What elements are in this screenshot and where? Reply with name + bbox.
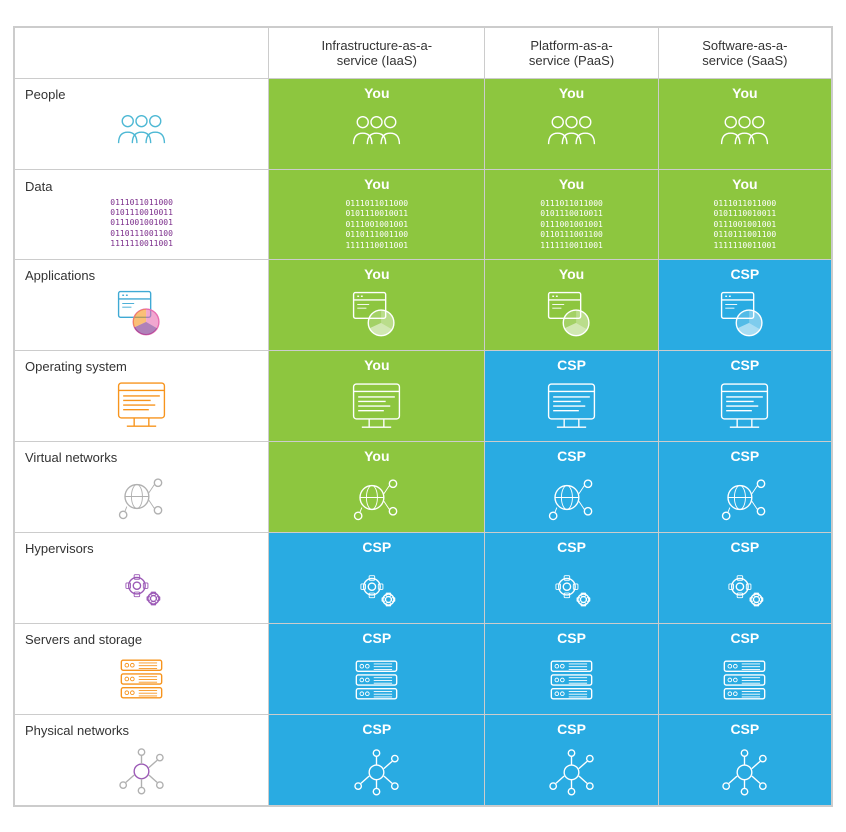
applications-saas-cell: CSP	[658, 259, 831, 350]
physical-networks-saas-icon	[663, 743, 827, 798]
vnet-saas-cell: CSP	[658, 441, 831, 532]
people-icon	[114, 106, 169, 161]
table-row: Applications	[15, 259, 832, 350]
hypervisors-saas-cell: CSP	[658, 532, 831, 623]
physical-networks-icon	[114, 742, 169, 797]
table-row: Hypervisors	[15, 532, 832, 623]
header-row: Infrastructure-as-a-service (IaaS) Platf…	[15, 27, 832, 78]
servers-icon-label	[25, 651, 258, 706]
row-label-servers: Servers and storage	[15, 623, 269, 714]
applications-iaas-cell: You	[269, 259, 485, 350]
servers-iaas-icon	[273, 652, 480, 707]
people-iaas-icon	[273, 107, 480, 162]
os-icon	[114, 378, 169, 433]
main-table-container: Infrastructure-as-a-service (IaaS) Platf…	[13, 26, 833, 807]
people-icon-label	[25, 106, 258, 161]
data-iaas-icon: 0111011011000010111001001101110010010010…	[273, 198, 480, 253]
people-paas-icon	[489, 107, 653, 162]
vnet-paas-cell: CSP	[485, 441, 658, 532]
servers-paas-cell: CSP	[485, 623, 658, 714]
vnet-iaas-icon	[273, 470, 480, 525]
servers-icon	[114, 651, 169, 706]
hypervisors-paas-icon	[489, 561, 653, 616]
servers-iaas-cell: CSP	[269, 623, 485, 714]
data-icon-label: 0111011011000010111001001101110010010010…	[25, 198, 258, 250]
data-iaas-cell: You 011101101100001011100100110111001001…	[269, 169, 485, 259]
table-row: Virtual networks	[15, 441, 832, 532]
os-icon-label	[25, 378, 258, 433]
hypervisors-iaas-icon	[273, 561, 480, 616]
applications-icon-label	[25, 287, 258, 342]
row-label-applications: Applications	[15, 259, 269, 350]
vnet-icon	[114, 469, 169, 524]
physical-networks-icon-label	[25, 742, 258, 797]
hypervisors-iaas-cell: CSP	[269, 532, 485, 623]
applications-icon	[114, 287, 169, 342]
hypervisors-saas-icon	[663, 561, 827, 616]
row-label-vnet: Virtual networks	[15, 441, 269, 532]
row-label-os: Operating system	[15, 350, 269, 441]
table-row: Operating system	[15, 350, 832, 441]
header-saas: Software-as-a-service (SaaS)	[658, 27, 831, 78]
physical-networks-paas-icon	[489, 743, 653, 798]
people-saas-icon	[663, 107, 827, 162]
os-saas-cell: CSP	[658, 350, 831, 441]
table-row: Data 01110110110000101110010011011100100…	[15, 169, 832, 259]
row-label-data: Data 01110110110000101110010011011100100…	[15, 169, 269, 259]
vnet-icon-label	[25, 469, 258, 524]
applications-paas-cell: You	[485, 259, 658, 350]
people-iaas-cell: You	[269, 78, 485, 169]
applications-saas-icon	[663, 288, 827, 343]
hypervisors-icon	[114, 560, 169, 615]
os-paas-cell: CSP	[485, 350, 658, 441]
applications-iaas-icon	[273, 288, 480, 343]
hypervisors-icon-label	[25, 560, 258, 615]
physical-networks-saas-cell: CSP	[658, 714, 831, 805]
servers-saas-icon	[663, 652, 827, 707]
data-saas-icon: 0111011011000010111001001101110010010010…	[663, 198, 827, 253]
row-label-hypervisors: Hypervisors	[15, 532, 269, 623]
servers-paas-icon	[489, 652, 653, 707]
os-saas-icon	[663, 379, 827, 434]
header-iaas: Infrastructure-as-a-service (IaaS)	[269, 27, 485, 78]
header-paas: Platform-as-a-service (PaaS)	[485, 27, 658, 78]
physical-networks-paas-cell: CSP	[485, 714, 658, 805]
table-row: People	[15, 78, 832, 169]
table-row: Servers and storage	[15, 623, 832, 714]
os-paas-icon	[489, 379, 653, 434]
os-iaas-cell: You	[269, 350, 485, 441]
applications-paas-icon	[489, 288, 653, 343]
people-saas-cell: You	[658, 78, 831, 169]
os-iaas-icon	[273, 379, 480, 434]
vnet-iaas-cell: You	[269, 441, 485, 532]
row-label-physical-networks: Physical networks	[15, 714, 269, 805]
servers-saas-cell: CSP	[658, 623, 831, 714]
people-paas-cell: You	[485, 78, 658, 169]
vnet-paas-icon	[489, 470, 653, 525]
physical-networks-iaas-icon	[273, 743, 480, 798]
data-saas-cell: You 011101101100001011100100110111001001…	[658, 169, 831, 259]
header-empty	[15, 27, 269, 78]
data-paas-icon: 0111011011000010111001001101110010010010…	[489, 198, 653, 253]
physical-networks-iaas-cell: CSP	[269, 714, 485, 805]
hypervisors-paas-cell: CSP	[485, 532, 658, 623]
vnet-saas-icon	[663, 470, 827, 525]
table-row: Physical networks	[15, 714, 832, 805]
data-paas-cell: You 011101101100001011100100110111001001…	[485, 169, 658, 259]
row-label-people: People	[15, 78, 269, 169]
